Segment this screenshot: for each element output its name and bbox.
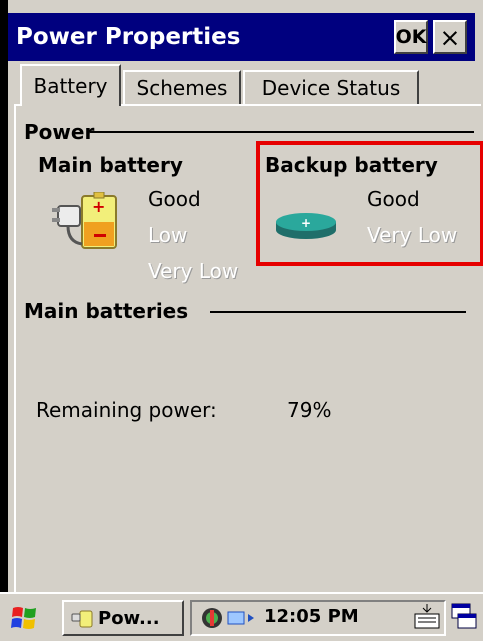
main-batteries-divider	[210, 311, 466, 313]
clock[interactable]: 12:05 PM	[264, 606, 359, 627]
main-level-low: Low	[148, 223, 188, 247]
tab-device-status[interactable]: Device Status	[243, 70, 419, 104]
power-app-icon	[70, 607, 94, 629]
main-battery-heading: Main battery	[38, 153, 183, 177]
dialog-window: Power Properties OK × Battery Schemes De…	[0, 0, 483, 641]
title-bar: Power Properties OK ×	[8, 13, 475, 61]
windows-flag-icon[interactable]	[10, 604, 40, 632]
window-switch-icon[interactable]	[448, 602, 478, 632]
close-button[interactable]: ×	[433, 20, 467, 54]
left-edge	[0, 0, 8, 641]
tab-schemes[interactable]: Schemes	[123, 70, 241, 104]
tab-battery[interactable]: Battery	[20, 64, 121, 106]
remaining-power-label: Remaining power:	[36, 398, 217, 422]
taskbar: Pow... 12:05 PM	[0, 592, 483, 641]
main-level-very-low: Very Low	[148, 259, 239, 283]
connectivity-icon[interactable]	[200, 606, 224, 630]
remaining-power-value: 79%	[287, 398, 332, 422]
taskbar-power-label: Pow...	[98, 607, 160, 629]
network-icon[interactable]	[226, 606, 256, 630]
svg-text:+: +	[92, 197, 105, 216]
power-group-divider	[90, 131, 474, 133]
keyboard-icon[interactable]	[412, 602, 442, 632]
plug-battery-icon: +	[50, 191, 120, 252]
taskbar-power-button[interactable]: Pow...	[62, 600, 184, 636]
main-batteries-group-label: Main batteries	[24, 299, 189, 323]
ok-button[interactable]: OK	[394, 20, 428, 54]
main-level-good: Good	[148, 187, 201, 211]
backup-battery-highlight	[256, 141, 483, 266]
window-title: Power Properties	[16, 24, 241, 50]
system-tray: 12:05 PM	[190, 600, 446, 636]
power-group-label: Power	[24, 120, 95, 144]
